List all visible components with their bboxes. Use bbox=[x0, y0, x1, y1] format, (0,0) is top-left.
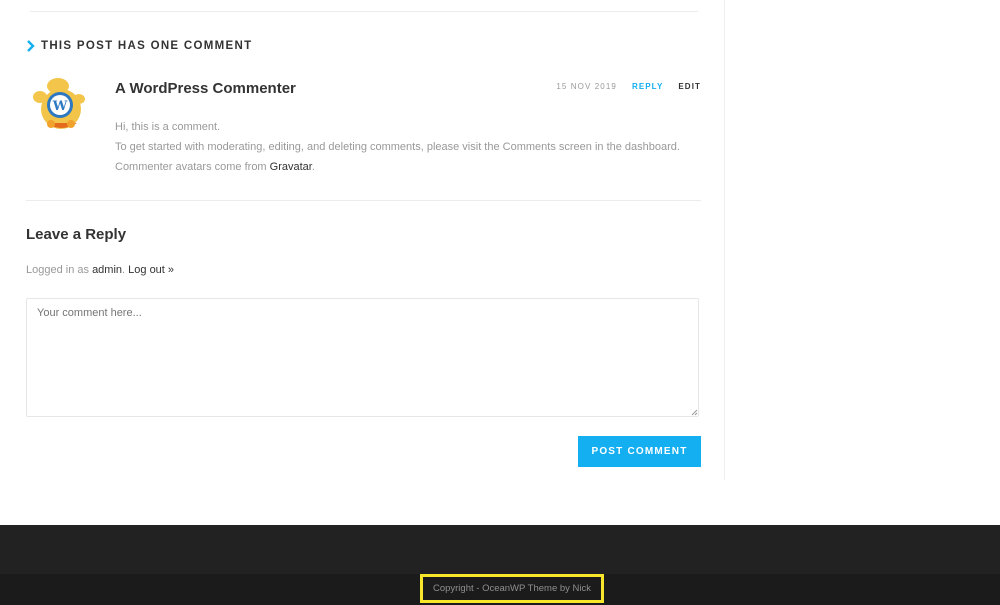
comment-body: Hi, this is a comment. To get started wi… bbox=[115, 117, 715, 177]
chevron-right-icon bbox=[27, 40, 35, 52]
comment-line: Commenter avatars come from Gravatar. bbox=[115, 157, 715, 177]
logged-in-prefix: Logged in as bbox=[26, 264, 93, 276]
main-content: THIS POST HAS ONE COMMENT W A WordPress … bbox=[0, 0, 1000, 525]
comment-line: Hi, this is a comment. bbox=[115, 121, 221, 133]
reply-link[interactable]: REPLY bbox=[632, 82, 663, 91]
comment-date: 15 NOV 2019 bbox=[556, 82, 617, 91]
logout-link[interactable]: Log out » bbox=[128, 264, 174, 276]
edit-link[interactable]: EDIT bbox=[678, 82, 701, 91]
avatar: W bbox=[33, 78, 85, 129]
divider bbox=[30, 11, 698, 12]
site-footer: Copyright - OceanWP Theme by Nick bbox=[0, 525, 1000, 605]
comment-meta: 15 NOV 2019 REPLY EDIT bbox=[556, 82, 701, 91]
gravatar-link[interactable]: Gravatar bbox=[270, 161, 312, 173]
comment-line: To get started with moderating, editing,… bbox=[115, 141, 680, 153]
comments-title: THIS POST HAS ONE COMMENT bbox=[26, 39, 252, 53]
reply-form-title: Leave a Reply bbox=[26, 226, 127, 243]
svg-text:W: W bbox=[52, 99, 68, 114]
comment-textarea[interactable] bbox=[26, 298, 699, 417]
comment-line-text: Commenter avatars come from bbox=[115, 161, 270, 173]
logged-in-text: Logged in as admin. Log out » bbox=[26, 264, 174, 276]
copyright-text: Copyright - OceanWP Theme by Nick bbox=[420, 574, 604, 603]
comment-author: A WordPress Commenter bbox=[115, 80, 296, 97]
post-comment-button[interactable]: POST COMMENT bbox=[578, 436, 701, 467]
sidebar-divider bbox=[724, 0, 725, 480]
divider bbox=[26, 200, 701, 201]
resize-grip-icon[interactable] bbox=[691, 409, 698, 416]
user-link[interactable]: admin bbox=[92, 264, 122, 276]
comment-line-suffix: . bbox=[311, 161, 315, 173]
comments-title-text: THIS POST HAS ONE COMMENT bbox=[41, 40, 253, 52]
